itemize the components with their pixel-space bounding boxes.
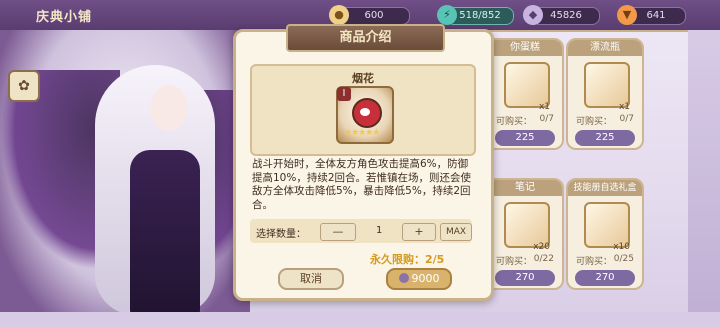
buy-price: 9000 <box>411 272 440 285</box>
character-illustration: ✿ <box>0 30 260 327</box>
quantity-max-button[interactable]: MAX <box>440 223 472 241</box>
cancel-button[interactable]: 取消 <box>278 268 344 290</box>
shop-item-title: 你蛋糕 <box>488 40 562 56</box>
resource-gem-value: 45826 <box>550 10 582 21</box>
shop-item-purchase-value: 0/25 <box>613 254 634 264</box>
shop-item-title: 技能册自选礼盒 <box>568 180 642 196</box>
shop-item-title: 漂流瓶 <box>568 40 642 56</box>
shop-item-count: x20 <box>533 242 550 252</box>
item-panel: 烟花 I ★★★★★ <box>250 64 476 156</box>
resource-carrot-value: 641 <box>646 10 666 21</box>
shop-item-count: x1 <box>618 102 630 112</box>
coin-icon: ● <box>329 5 349 25</box>
gem-icon: ◆ <box>523 5 543 25</box>
shop-item-purchase-label: 可购买： <box>496 257 533 267</box>
shop-item-purchase-label: 可购买： <box>496 117 533 127</box>
mascot-icon <box>352 98 382 128</box>
shop-item-card[interactable]: 漂流瓶 x1 可购买： 0/7 225 <box>566 38 644 150</box>
shop-item-purchase-label: 可购买： <box>576 257 613 267</box>
carrot-icon: ▼ <box>617 5 637 25</box>
fireworks-item-icon: I ★★★★★ <box>336 86 394 144</box>
item-level-badge: I <box>337 87 351 101</box>
shop-item-price[interactable]: 225 <box>495 130 555 146</box>
gem-icon <box>398 273 409 283</box>
energy-icon: ⚡ <box>437 5 457 25</box>
character-dress <box>130 150 200 320</box>
quantity-value: 1 <box>376 225 383 236</box>
shop-item-count: x1 <box>538 102 550 112</box>
shop-item-purchase-value: 0/7 <box>619 114 634 124</box>
shop-item-price[interactable]: 270 <box>495 270 555 286</box>
shop-item-card[interactable]: 技能册自选礼盒 x10 可购买： 0/25 270 <box>566 178 644 290</box>
resource-coin: ● 600 <box>329 5 410 25</box>
resource-energy: ⚡ 518/852 <box>437 5 514 25</box>
buy-button[interactable]: 9000 <box>386 268 452 290</box>
quantity-selector: 选择数量： — 1 + MAX <box>250 219 472 243</box>
shop-item-count: x10 <box>613 242 630 252</box>
shop-item-purchase-label: 可购买： <box>576 117 613 127</box>
quantity-plus-button[interactable]: + <box>402 223 436 241</box>
shop-emblem-icon: ✿ <box>8 70 40 102</box>
shop-item-card[interactable]: 笔记 x20 可购买： 0/22 270 <box>486 178 564 290</box>
shop-item-purchase-value: 0/22 <box>533 254 554 264</box>
character-face <box>150 85 188 131</box>
purchase-limit: 永久限购：2/5 <box>370 253 445 266</box>
shop-item-price[interactable]: 270 <box>575 270 635 286</box>
dialog-title: 商品介绍 <box>286 24 445 52</box>
quantity-label: 选择数量： <box>256 229 306 240</box>
quantity-minus-button[interactable]: — <box>320 223 356 241</box>
bottom-decoration <box>0 312 720 327</box>
resource-coin-value: 600 <box>364 10 384 21</box>
stars-icon: ★★★★★ <box>344 128 380 138</box>
shop-item-title: 笔记 <box>488 180 562 196</box>
resource-gem: ◆ 45826 <box>523 5 600 25</box>
shop-item-purchase-value: 0/7 <box>539 114 554 124</box>
resource-carrot: ▼ 641 <box>617 5 686 25</box>
right-decoration <box>688 30 720 327</box>
shop-title: 庆典小铺 <box>36 10 93 25</box>
shop-item-card[interactable]: 你蛋糕 x1 可购买： 0/7 225 <box>486 38 564 150</box>
item-name: 烟花 <box>352 72 374 85</box>
resource-energy-value: 518/852 <box>459 10 501 21</box>
shop-item-price[interactable]: 225 <box>575 130 635 146</box>
product-info-dialog: 商品介绍 烟花 I ★★★★★ 战斗开始时，全体友方角色攻击提高6%，防御提高1… <box>233 24 494 301</box>
item-description: 战斗开始时，全体友方角色攻击提高6%，防御提高10%，持续2回合。若惟镇在场，则… <box>252 158 472 211</box>
